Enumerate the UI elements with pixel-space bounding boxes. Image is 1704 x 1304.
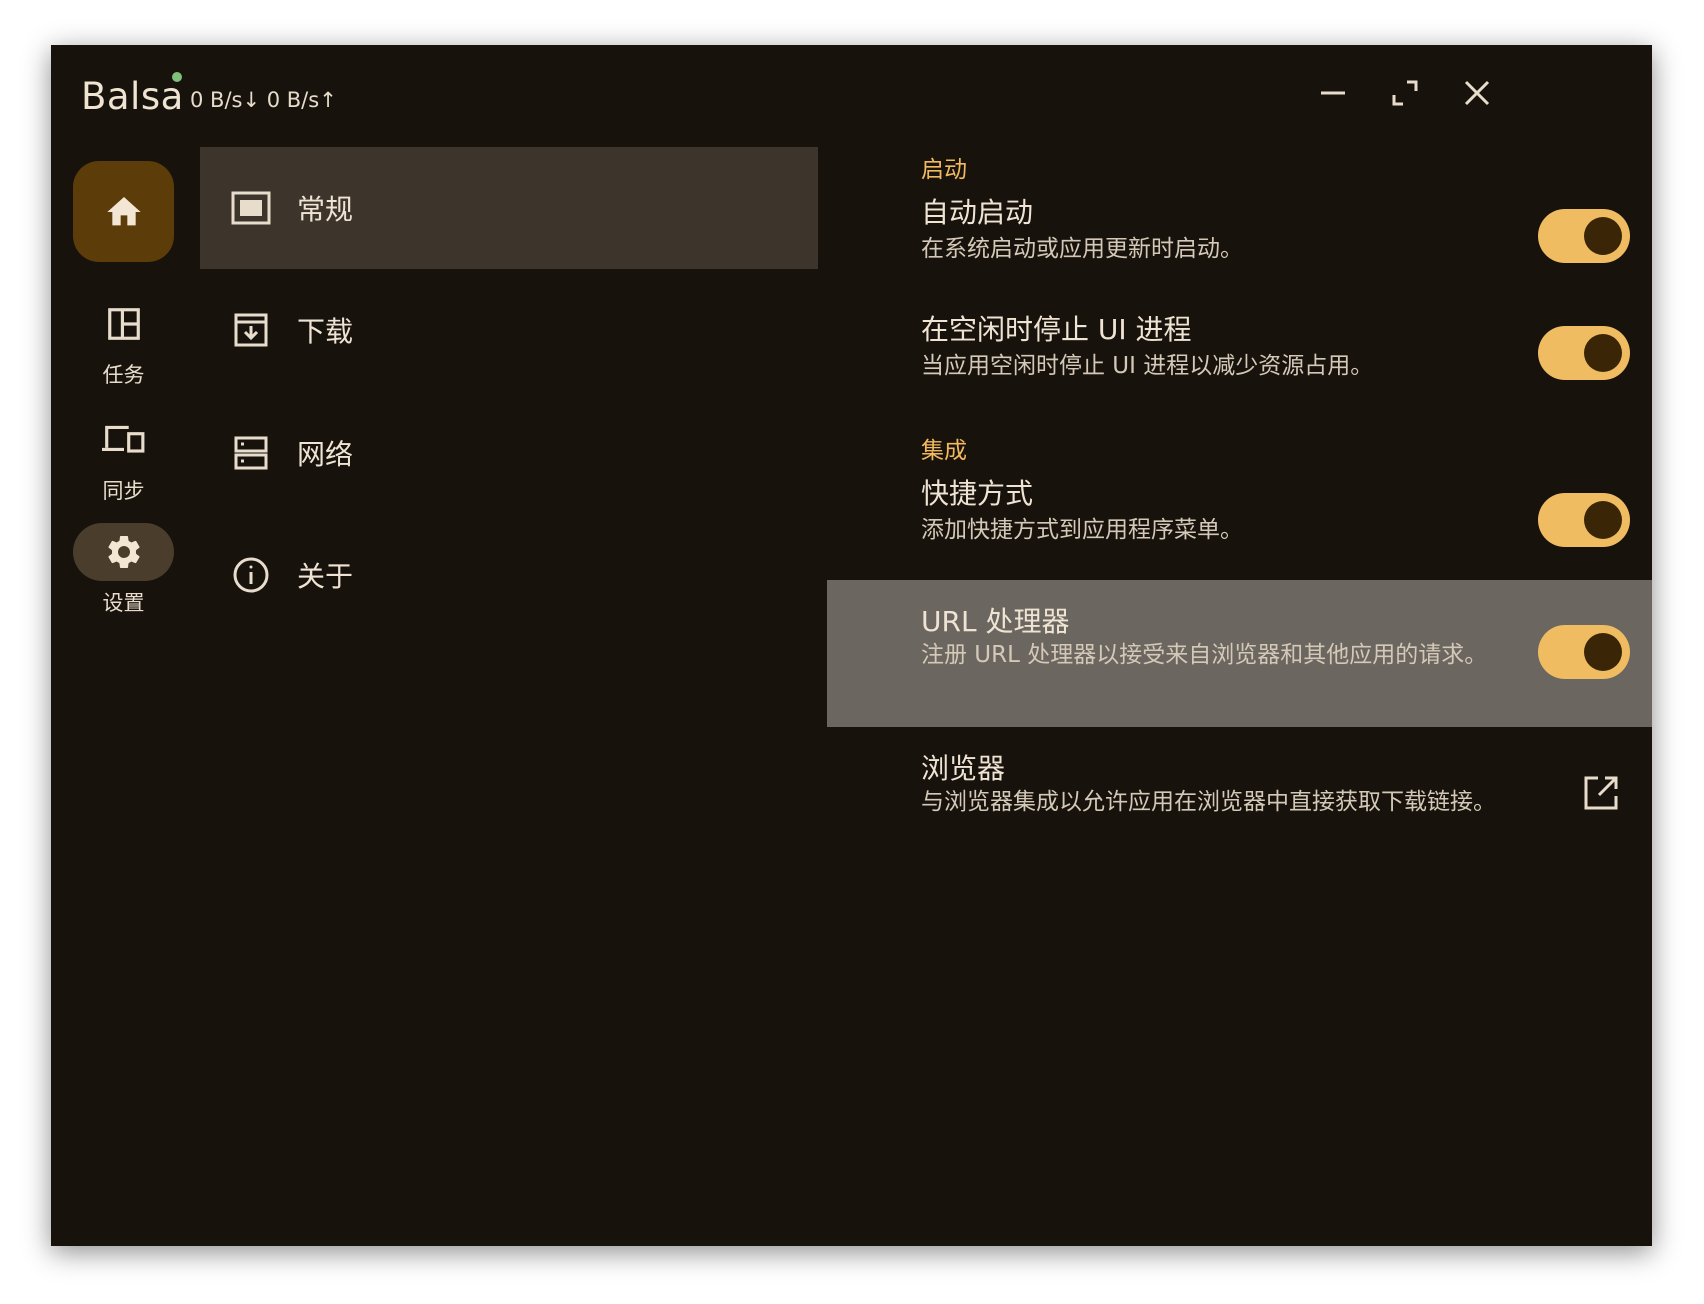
rail-label-sync: 同步: [102, 479, 145, 503]
setting-row-stop-ui: 在空闲时停止 UI 进程 当应用空闲时停止 UI 进程以减少资源占用。: [827, 302, 1652, 412]
nav-label-general: 常规: [297, 193, 354, 226]
setting-row-auto-start: 自动启动 在系统启动或应用更新时启动。: [827, 185, 1652, 295]
server-icon: [230, 432, 272, 474]
gear-icon: [107, 535, 140, 568]
rail-label-settings: 设置: [102, 591, 145, 615]
connection-status-dot: [172, 72, 182, 82]
toggle-knob: [1584, 217, 1622, 255]
setting-row-shortcut: 快捷方式 添加快捷方式到应用程序菜单。: [827, 466, 1652, 576]
nav-label-network: 网络: [297, 438, 354, 471]
setting-title: 快捷方式: [921, 477, 1034, 510]
app-window: Balsa 0 B/s↓ 0 B/s↑ 任务 同步 设置 常规 下载 网络 关于…: [51, 45, 1652, 1246]
setting-description: 注册 URL 处理器以接受来自浏览器和其他应用的请求。: [921, 642, 1488, 668]
rail-pill: [73, 295, 174, 353]
toggle-knob: [1584, 334, 1622, 372]
toggle-knob: [1584, 633, 1622, 671]
shortcut-toggle[interactable]: [1538, 493, 1630, 547]
stop-ui-toggle[interactable]: [1538, 326, 1630, 380]
transfer-speed: 0 B/s↓ 0 B/s↑: [190, 88, 337, 112]
rail-label-tasks: 任务: [102, 363, 145, 387]
setting-title: 在空闲时停止 UI 进程: [921, 313, 1192, 346]
setting-title: 自动启动: [921, 196, 1034, 229]
setting-description: 在系统启动或应用更新时启动。: [921, 236, 1243, 262]
rail-pill-active: [73, 523, 174, 581]
nav-label-download: 下载: [297, 315, 354, 348]
rail-item-settings[interactable]: 设置: [63, 523, 184, 617]
open-external-icon: [1584, 776, 1618, 810]
app-title: Balsa: [81, 75, 184, 118]
monitor-icon: [230, 187, 272, 229]
setting-title: URL 处理器: [921, 605, 1070, 638]
setting-description: 添加快捷方式到应用程序菜单。: [921, 517, 1243, 543]
download-box-icon: [230, 309, 272, 351]
rail-item-sync[interactable]: 同步: [63, 411, 184, 505]
close-button[interactable]: [1455, 73, 1499, 113]
setting-row-url-handler[interactable]: URL 处理器 注册 URL 处理器以接受来自浏览器和其他应用的请求。: [827, 580, 1652, 727]
dashboard-icon: [107, 308, 140, 340]
nav-label-about: 关于: [297, 560, 354, 593]
nav-item-about[interactable]: 关于: [200, 514, 818, 636]
url-handler-toggle[interactable]: [1538, 625, 1630, 679]
setting-title: 浏览器: [921, 752, 1006, 785]
setting-description: 与浏览器集成以允许应用在浏览器中直接获取下载链接。: [921, 789, 1496, 815]
setting-row-browser[interactable]: 浏览器 与浏览器集成以允许应用在浏览器中直接获取下载链接。: [827, 737, 1652, 887]
nav-item-network[interactable]: 网络: [200, 392, 818, 514]
setting-description: 当应用空闲时停止 UI 进程以减少资源占用。: [921, 353, 1374, 379]
home-button[interactable]: [73, 161, 174, 262]
auto-start-toggle[interactable]: [1538, 209, 1630, 263]
browser-open-button[interactable]: [1581, 773, 1621, 813]
minimize-icon: [1321, 91, 1345, 95]
maximize-button[interactable]: [1383, 73, 1427, 113]
close-icon: [1464, 80, 1490, 106]
maximize-icon: [1392, 80, 1418, 106]
home-icon: [106, 196, 141, 225]
minimize-button[interactable]: [1311, 73, 1355, 113]
info-icon: [230, 554, 272, 596]
toggle-knob: [1584, 501, 1622, 539]
devices-icon: [101, 425, 144, 453]
section-title-startup: 启动: [921, 157, 967, 183]
rail-pill: [73, 411, 174, 469]
nav-item-download[interactable]: 下载: [200, 269, 818, 391]
nav-item-general[interactable]: 常规: [200, 147, 818, 269]
rail-item-tasks[interactable]: 任务: [63, 295, 184, 389]
section-title-integration: 集成: [921, 438, 967, 464]
